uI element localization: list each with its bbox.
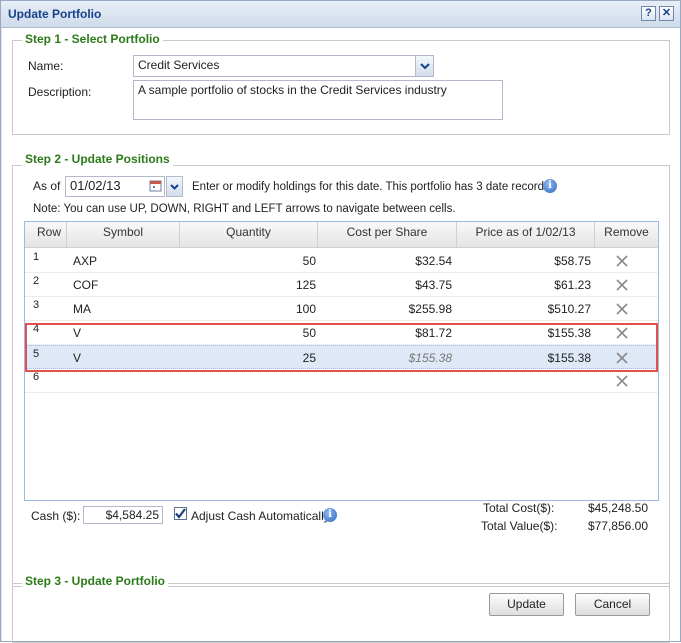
cost-cell[interactable]: $155.38 — [409, 346, 452, 370]
symbol-cell[interactable]: V — [73, 346, 81, 370]
step2-legend: Step 2 - Update Positions — [22, 152, 173, 166]
positions-grid: Row Symbol Quantity Cost per Share Price… — [24, 221, 659, 501]
cash-label: Cash ($): — [31, 509, 81, 523]
row-number: 4 — [33, 323, 40, 335]
row-number: 6 — [33, 371, 40, 383]
date-dropdown-chevron-icon[interactable] — [166, 176, 183, 197]
column-header-symbol[interactable]: Symbol — [67, 222, 180, 248]
navigation-note: Note: You can use UP, DOWN, RIGHT and LE… — [33, 203, 456, 215]
quantity-cell[interactable]: 50 — [303, 321, 316, 345]
cost-cell[interactable]: $32.54 — [415, 249, 452, 273]
cash-value: $4,584.25 — [105, 508, 159, 522]
total-cost-label: Total Cost($): — [483, 501, 555, 515]
column-header-cost[interactable]: Cost per Share — [318, 222, 457, 248]
total-cost-value: $45,248.50 — [587, 501, 648, 515]
chevron-down-icon[interactable] — [415, 56, 433, 76]
table-row[interactable]: 3 MA 100 $255.98 $510.27 — [25, 297, 658, 321]
price-cell: $510.27 — [547, 302, 591, 316]
remove-x-icon[interactable] — [616, 327, 628, 339]
remove-x-icon[interactable] — [616, 352, 628, 364]
update-portfolio-dialog: Update Portfolio ? ✕ Step 1 - Select Por… — [0, 0, 681, 643]
row-number: 1 — [33, 251, 40, 263]
holdings-info-text: Enter or modify holdings for this date. … — [192, 181, 550, 193]
grid-header: Row Symbol Quantity Cost per Share Price… — [25, 222, 658, 248]
update-button[interactable]: Update — [489, 593, 564, 616]
date-value: 01/02/13 — [70, 178, 121, 193]
as-of-label: As of — [33, 179, 61, 193]
cash-field[interactable]: $4,584.25 — [83, 506, 163, 524]
price-cell: $155.38 — [547, 326, 591, 340]
portfolio-name-select[interactable]: Credit Services — [133, 55, 434, 77]
total-value-label: Total Value($): — [481, 519, 558, 533]
column-header-remove[interactable]: Remove — [595, 222, 658, 248]
step1-legend: Step 1 - Select Portfolio — [22, 32, 163, 46]
close-icon[interactable]: ✕ — [659, 6, 674, 21]
table-row-selected[interactable]: 5 V 25 $155.38 $155.38 — [25, 345, 658, 369]
dialog-title: Update Portfolio — [8, 7, 102, 21]
symbol-cell[interactable]: AXP — [73, 249, 97, 273]
column-header-quantity[interactable]: Quantity — [180, 222, 318, 248]
step3-legend: Step 3 - Update Portfolio — [22, 574, 169, 588]
symbol-cell[interactable]: V — [73, 321, 81, 345]
portfolio-name-value: Credit Services — [138, 58, 220, 72]
description-label: Description: — [28, 85, 92, 99]
table-row[interactable]: 4 V 50 $81.72 $155.38 — [25, 321, 658, 345]
info-icon[interactable]: i — [323, 508, 337, 522]
dialog-titlebar[interactable]: Update Portfolio ? ✕ — [1, 1, 680, 28]
price-cell: $61.23 — [554, 278, 591, 292]
table-row[interactable]: 6 — [25, 369, 658, 393]
quantity-cell[interactable]: 50 — [303, 249, 316, 273]
cost-cell[interactable]: $43.75 — [415, 273, 452, 297]
table-row[interactable]: 2 COF 125 $43.75 $61.23 — [25, 273, 658, 297]
quantity-cell[interactable]: 100 — [296, 297, 316, 321]
remove-x-icon[interactable] — [616, 303, 628, 315]
adjust-cash-checkbox[interactable] — [174, 507, 187, 520]
price-cell: $58.75 — [554, 254, 591, 268]
question-icon[interactable]: ? — [641, 6, 656, 21]
row-number: 2 — [33, 275, 40, 287]
cost-cell[interactable]: $81.72 — [415, 321, 452, 345]
total-value-value: $77,856.00 — [587, 519, 648, 533]
row-number: 3 — [33, 299, 40, 311]
calendar-icon[interactable] — [148, 177, 164, 196]
symbol-cell[interactable]: MA — [73, 297, 91, 321]
remove-x-icon[interactable] — [616, 279, 628, 291]
quantity-cell[interactable]: 25 — [303, 346, 316, 370]
price-cell: $155.38 — [547, 351, 591, 365]
cancel-button[interactable]: Cancel — [575, 593, 650, 616]
table-row[interactable]: 1 AXP 50 $32.54 $58.75 — [25, 249, 658, 273]
column-header-row[interactable]: Row — [25, 222, 67, 248]
remove-x-icon[interactable] — [616, 375, 628, 387]
description-value: A sample portfolio of stocks in the Cred… — [138, 83, 447, 97]
row-number: 5 — [33, 348, 40, 360]
adjust-cash-label[interactable]: Adjust Cash Automatically — [191, 509, 330, 523]
dialog-body: Step 1 - Select Portfolio Name: Credit S… — [2, 28, 680, 643]
name-label: Name: — [28, 59, 64, 73]
cost-cell[interactable]: $255.98 — [409, 297, 452, 321]
column-header-price[interactable]: Price as of 1/02/13 — [457, 222, 595, 248]
step3-fieldset — [12, 583, 670, 643]
symbol-cell[interactable]: COF — [73, 273, 98, 297]
quantity-cell[interactable]: 125 — [296, 273, 316, 297]
info-icon[interactable]: i — [543, 179, 557, 193]
description-textarea[interactable]: A sample portfolio of stocks in the Cred… — [133, 80, 503, 120]
remove-x-icon[interactable] — [616, 255, 628, 267]
